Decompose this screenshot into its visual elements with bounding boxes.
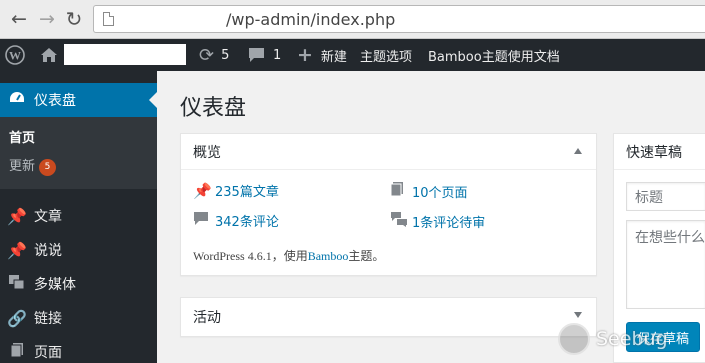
watermark: Seebug (558, 316, 700, 362)
submenu-home-label: 首页 (9, 131, 36, 146)
submenu-item-home[interactable]: 首页 (9, 127, 35, 146)
wordpress-logo-icon: W (5, 45, 25, 65)
theme-options-label: 主题选项 (360, 49, 413, 65)
sidebar-item-links[interactable]: 🔗 链接 (0, 301, 157, 335)
home-icon (41, 48, 57, 62)
page-icon (103, 12, 114, 26)
pin-icon: 📌 (7, 240, 27, 260)
reload-icon: ↻ (65, 7, 83, 31)
page-icon (0, 342, 34, 362)
draft-content-textarea[interactable]: 在想些什么 (626, 220, 705, 309)
sidebar-item-posts[interactable]: 📌 文章 (0, 199, 157, 233)
sidebar-item-pages[interactable]: 页面 (0, 335, 157, 363)
glance-pending-label: 1条评论待审 (412, 215, 486, 231)
glance-comments-label: 342条评论 (215, 215, 279, 230)
admin-sidebar: 仪表盘 首页 更新 5 📌 文章 📌 说说 多媒体 🔗 链接 页面 (0, 71, 157, 363)
theme-suffix: 主题。 (348, 249, 385, 263)
glance-posts-link[interactable]: 📌 235篇文章 (193, 181, 279, 201)
theme-options-link[interactable]: 主题选项 (360, 39, 412, 71)
svg-text:W: W (9, 49, 21, 63)
wp-logo-button[interactable]: W (5, 39, 25, 71)
home-button[interactable] (40, 39, 58, 71)
sidebar-item-label: 多媒体 (34, 277, 76, 293)
quick-draft-title: 快速草稿 (626, 144, 682, 161)
page-icon (390, 181, 412, 201)
pin-icon: 📌 (7, 206, 27, 226)
glance-widget-title: 概览 (193, 144, 221, 161)
dashboard-icon (0, 89, 34, 111)
watermark-logo-icon (558, 323, 590, 355)
quick-draft-header[interactable]: 快速草稿 (614, 134, 705, 170)
activity-widget: 活动 (180, 297, 597, 337)
glance-posts-label: 235篇文章 (215, 185, 279, 200)
activity-widget-header[interactable]: 活动 (181, 298, 596, 336)
theme-docs-label: Bamboo主题使用文档 (428, 49, 560, 65)
arrow-left-icon: ← (11, 8, 27, 30)
draft-title-input[interactable]: 标题 (626, 182, 705, 211)
sidebar-item-media[interactable]: 多媒体 (0, 267, 157, 301)
reload-button[interactable]: ↻ (63, 7, 85, 31)
comments-button[interactable]: 1 (248, 39, 281, 71)
new-content-button[interactable]: + 新建 (297, 39, 347, 71)
back-button[interactable]: ← (8, 8, 30, 30)
link-icon: 🔗 (7, 308, 27, 328)
site-name-link[interactable] (64, 44, 186, 65)
update-count-badge: 5 (39, 159, 57, 176)
draft-title-placeholder: 标题 (635, 190, 663, 206)
comments-count: 1 (273, 47, 282, 63)
comments-pending-icon (390, 211, 412, 231)
activity-widget-title: 活动 (193, 310, 221, 326)
submenu-item-updates[interactable]: 更新 5 (9, 155, 57, 176)
glance-pages-link[interactable]: 10个页面 (390, 181, 468, 201)
glance-pending-link[interactable]: 1条评论待审 (390, 211, 485, 231)
sidebar-item-moments[interactable]: 📌 说说 (0, 233, 157, 267)
page-title: 仪表盘 (180, 96, 247, 121)
pin-icon: 📌 (193, 181, 212, 200)
glance-widget: 概览 📌 235篇文章 10个页面 342条评论 1条评论待审 WordPres… (180, 133, 597, 276)
watermark-text: Seebug (596, 328, 668, 350)
version-text: WordPress 4.6.1，使用 (193, 249, 308, 263)
url-text: /wp-admin/index.php (226, 10, 396, 29)
comment-icon (249, 48, 264, 62)
arrow-right-icon: → (39, 8, 55, 30)
plus-icon: + (297, 44, 313, 66)
sidebar-item-label: 说说 (34, 243, 62, 259)
draft-content-placeholder: 在想些什么 (635, 230, 705, 246)
collapse-toggle-icon[interactable] (574, 148, 582, 154)
glance-pages-label: 10个页面 (412, 185, 468, 201)
sidebar-item-label: 页面 (34, 345, 62, 361)
dashboard-submenu: 首页 更新 5 (0, 117, 157, 189)
updates-count: 5 (221, 47, 230, 63)
browser-toolbar: ← → ↻ /wp-admin/index.php (0, 0, 705, 39)
sidebar-item-dashboard[interactable]: 仪表盘 (0, 83, 157, 117)
address-bar[interactable]: /wp-admin/index.php (93, 5, 705, 33)
comment-icon (193, 211, 215, 230)
wordpress-version-text: WordPress 4.6.1，使用Bamboo主题。 (193, 247, 384, 264)
sidebar-item-label: 链接 (34, 311, 62, 327)
admin-bar: W ⟳ 5 1 + 新建 主题选项 Bamboo主题使用文档 (0, 39, 705, 71)
forward-button[interactable]: → (36, 8, 58, 30)
updates-icon: ⟳ (199, 44, 215, 66)
theme-link[interactable]: Bamboo (308, 249, 349, 263)
updates-button[interactable]: ⟳ 5 (199, 39, 229, 71)
glance-comments-link[interactable]: 342条评论 (193, 211, 279, 230)
sidebar-item-label: 仪表盘 (34, 93, 76, 109)
submenu-updates-label: 更新 (9, 159, 36, 174)
theme-docs-link[interactable]: Bamboo主题使用文档 (428, 39, 560, 71)
glance-widget-header[interactable]: 概览 (181, 134, 596, 170)
media-icon (0, 274, 34, 294)
sidebar-item-label: 文章 (34, 209, 62, 225)
new-content-label: 新建 (320, 49, 347, 65)
